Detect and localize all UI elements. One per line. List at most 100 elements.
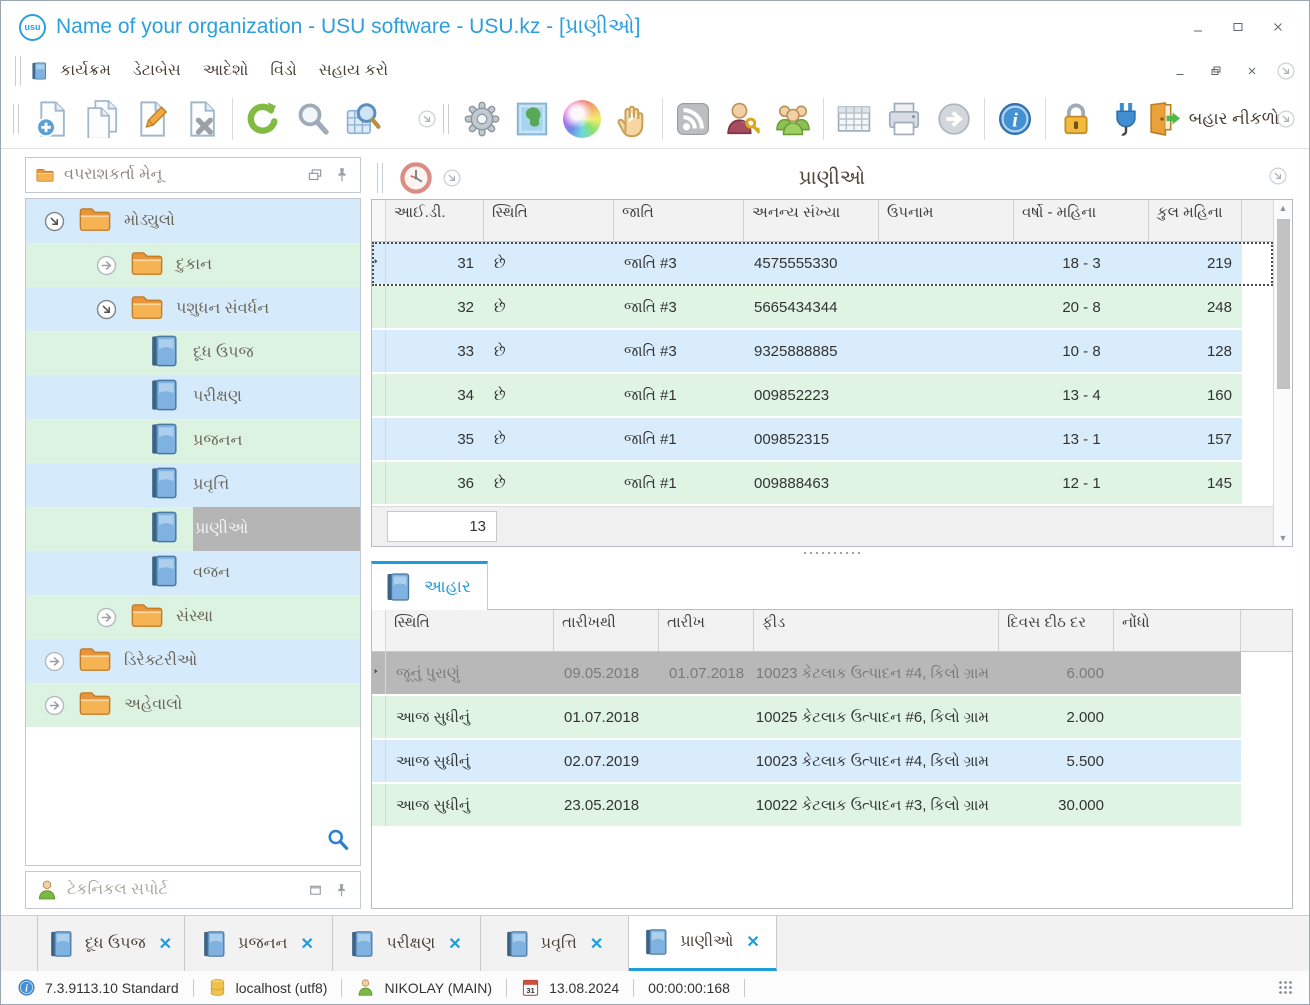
table-row[interactable]: 31 છે જાતિ #3 4575555330 18 - 3 219: [372, 242, 1273, 286]
tree-item[interactable]: ડિરેક્ટરીઓ: [26, 639, 360, 683]
settings-gear-button[interactable]: [457, 93, 507, 145]
main-header-overflow-right-icon[interactable]: [1267, 165, 1289, 187]
tree-item[interactable]: સંસ્થા: [26, 595, 360, 639]
support-pin-button[interactable]: [333, 882, 350, 899]
document-tab[interactable]: પરીક્ષણ ✕: [333, 916, 481, 971]
main-header-overflow-icon[interactable]: [441, 167, 463, 189]
table-row[interactable]: આજ સુધીનું 01.07.2018 10025 કેટલાક ઉત્પાદન…: [372, 696, 1292, 740]
close-tab-icon[interactable]: ✕: [586, 932, 607, 956]
mdi-restore-button[interactable]: [1203, 60, 1229, 82]
collapse-node-icon[interactable]: [94, 297, 119, 322]
tree-item[interactable]: પ્રવૃત્તિ: [26, 463, 360, 507]
table-row[interactable]: જૂનું પુરાણું 09.05.2018 01.07.2018 10023 ક…: [372, 652, 1292, 696]
copy-document-button[interactable]: [77, 93, 127, 145]
document-tab[interactable]: પ્રાણીઓ ✕: [629, 916, 777, 971]
expand-node-icon[interactable]: [42, 693, 67, 718]
column-header[interactable]: જાતિ: [614, 200, 744, 241]
scroll-down-icon[interactable]: ▼: [1279, 533, 1288, 543]
scroll-up-icon[interactable]: ▲: [1279, 203, 1288, 213]
column-header[interactable]: કુલ મહિના: [1149, 200, 1242, 241]
tree-item[interactable]: પ્રાણીઓ: [26, 507, 360, 551]
toolbar-drag-handle[interactable]: [13, 103, 19, 134]
tree-item[interactable]: પરીક્ષણ: [26, 375, 360, 419]
user-key-button[interactable]: [718, 93, 768, 145]
scrollbar-thumb[interactable]: [1276, 219, 1290, 389]
mdi-close-button[interactable]: [1239, 60, 1265, 82]
main-header-drag-handle[interactable]: [377, 163, 383, 193]
support-panel[interactable]: ટેકનિકલ સપોર્ટ: [25, 871, 361, 909]
exit-door-button[interactable]: બહાર નીકળો: [1150, 93, 1279, 145]
close-tab-icon[interactable]: ✕: [444, 932, 465, 956]
tree-item[interactable]: વજન: [26, 551, 360, 595]
table-grid-button[interactable]: [829, 93, 879, 145]
document-tab[interactable]: દૂધ ઉપજ ✕: [37, 916, 185, 971]
minimize-button[interactable]: [1185, 16, 1211, 38]
close-tab-icon[interactable]: ✕: [296, 932, 317, 956]
column-header[interactable]: ફીડ: [754, 610, 999, 651]
support-float-button[interactable]: [307, 882, 324, 899]
info-circle-button[interactable]: i: [990, 93, 1040, 145]
tree-item[interactable]: પશુધન સંવર્ધન: [26, 287, 360, 331]
close-tab-icon[interactable]: ✕: [742, 930, 764, 954]
rss-button[interactable]: [668, 93, 718, 145]
lock-button[interactable]: [1051, 93, 1101, 145]
table-row[interactable]: 36 છે જાતિ #1 009888463 12 - 1 145: [372, 462, 1273, 506]
toolbar-drag-handle[interactable]: [442, 103, 449, 134]
new-document-button[interactable]: [27, 93, 77, 145]
menu-item[interactable]: સહાય કરો: [308, 59, 399, 83]
forward-arrow-button[interactable]: [929, 93, 979, 145]
collapse-node-icon[interactable]: [42, 209, 67, 234]
menu-item[interactable]: વિંડો: [259, 59, 307, 83]
tree-item[interactable]: અહેવાલો: [26, 683, 360, 727]
column-header[interactable]: આઈ.ડી.: [386, 200, 484, 241]
mdi-minimize-button[interactable]: [1167, 60, 1193, 82]
maximize-button[interactable]: [1225, 16, 1251, 38]
vertical-scrollbar[interactable]: ▲ ▼: [1273, 200, 1292, 546]
tab-feed[interactable]: આહાર: [371, 561, 488, 610]
menu-item[interactable]: ડેટાબેસ: [122, 59, 192, 83]
resize-grip-icon[interactable]: [1277, 980, 1293, 995]
menu-item[interactable]: આદેશો: [192, 59, 260, 83]
column-header[interactable]: તારીખથી: [554, 610, 659, 651]
clock-button[interactable]: [399, 161, 433, 195]
tree-item[interactable]: પ્રજનન: [26, 419, 360, 463]
column-header[interactable]: તારીખ: [659, 610, 754, 651]
tree-item[interactable]: દુકાન: [26, 243, 360, 287]
expand-node-icon[interactable]: [94, 253, 119, 278]
sidebar-pin-button[interactable]: [333, 166, 351, 184]
column-header[interactable]: સ્થિતિ: [484, 200, 614, 241]
table-row[interactable]: 34 છે જાતિ #1 009852223 13 - 4 160: [372, 374, 1273, 418]
table-row[interactable]: 33 છે જાતિ #3 9325888885 10 - 8 128: [372, 330, 1273, 374]
toolbar-overflow-button[interactable]: [1272, 104, 1299, 134]
document-tab[interactable]: પ્રવૃત્તિ ✕: [481, 916, 629, 971]
tree-item[interactable]: દૂધ ઉપજ: [26, 331, 360, 375]
table-row[interactable]: આજ સુધીનું 02.07.2019 10023 કેટલાક ઉત્પાદન…: [372, 740, 1292, 784]
search-grid-button[interactable]: [338, 93, 388, 145]
column-header[interactable]: ઉપનામ: [879, 200, 1014, 241]
sidebar-search-button[interactable]: [326, 828, 350, 855]
color-wheel-button[interactable]: [557, 93, 607, 145]
edit-document-button[interactable]: [127, 93, 177, 145]
column-header[interactable]: સ્થિતિ: [386, 610, 554, 651]
expand-node-icon[interactable]: [94, 605, 119, 630]
menubar-overflow-icon[interactable]: [1275, 60, 1297, 82]
column-header[interactable]: વર્ષો - મહિના: [1014, 200, 1149, 241]
close-button[interactable]: [1265, 16, 1291, 38]
delete-document-button[interactable]: [177, 93, 227, 145]
refresh-button[interactable]: [238, 93, 288, 145]
column-header[interactable]: નોંધો: [1114, 610, 1241, 651]
map-button[interactable]: [507, 93, 557, 145]
table-row[interactable]: 35 છે જાતિ #1 009852315 13 - 1 157: [372, 418, 1273, 462]
table-row[interactable]: 32 છે જાતિ #3 5665434344 20 - 8 248: [372, 286, 1273, 330]
sidebar-float-button[interactable]: [306, 166, 324, 184]
printer-button[interactable]: [879, 93, 929, 145]
menu-item[interactable]: કાર્યક્રમ: [49, 59, 122, 83]
close-tab-icon[interactable]: ✕: [155, 932, 176, 956]
tree-item[interactable]: મોડ્યુલો: [26, 199, 360, 243]
document-tab[interactable]: પ્રજનન ✕: [185, 916, 333, 971]
users-group-button[interactable]: [768, 93, 818, 145]
column-header[interactable]: દિવસ દીઠ દર: [999, 610, 1114, 651]
table-row[interactable]: આજ સુધીનું 23.05.2018 10022 કેટલાક ઉત્પાદન…: [372, 784, 1292, 828]
column-header[interactable]: અનન્ય સંખ્યા: [744, 200, 879, 241]
search-button[interactable]: [288, 93, 338, 145]
